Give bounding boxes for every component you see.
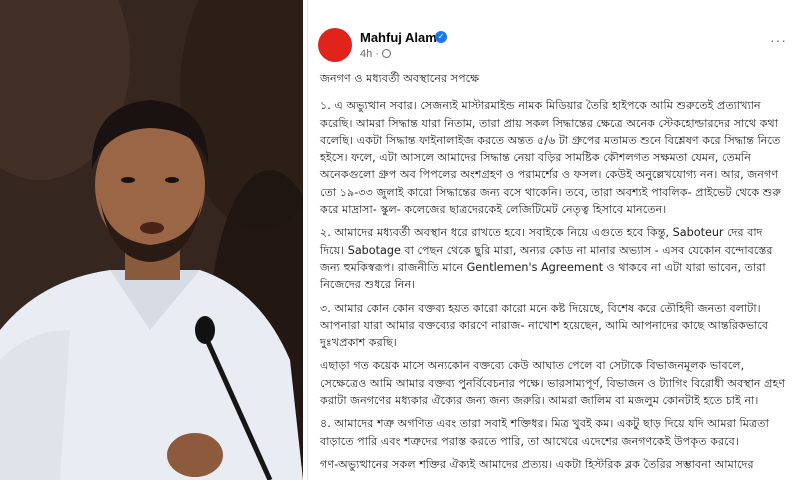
post-paragraph-5: ৪. আমাদের শত্রু অগণিত এবং তারা সবাই শক্ত… <box>320 417 769 448</box>
post-meta: 4h · <box>360 48 391 60</box>
post-text: জনগণ ও মধ্যবর্তী অবস্থানের সপক্ষে ১. এ অ… <box>320 70 790 479</box>
post-header: Mahfuj Alam ✓ 4h · ··· <box>318 28 793 68</box>
facebook-post: Mahfuj Alam ✓ 4h · ··· জনগণ ও মধ্যবর্তী … <box>307 0 800 480</box>
verified-badge-icon: ✓ <box>435 31 447 43</box>
speaker-illustration <box>0 0 303 480</box>
globe-icon <box>381 49 391 58</box>
post-paragraph-2: ২. আমাদের মধ্যবর্তী অবস্থান ধরে রাখতে হব… <box>320 226 773 292</box>
post-paragraph-1: ১. এ অভ্যুত্থান সবার। সেজন্যই মাস্টারমাই… <box>320 99 782 217</box>
author-avatar[interactable] <box>318 28 352 62</box>
post-title: জনগণ ও মধ্যবর্তী অবস্থানের সপক্ষে <box>320 72 480 85</box>
post-time[interactable]: 4h · <box>360 48 379 60</box>
post-paragraph-6: গণ-অভ্যুত্থানের সকল শক্তির ঐক্যই আমাদের … <box>320 457 754 471</box>
author-name[interactable]: Mahfuj Alam <box>360 30 437 45</box>
speaker-photo <box>0 0 303 480</box>
more-options-icon[interactable]: ··· <box>770 32 787 48</box>
post-paragraph-3: ৩. আমার কোন কোন বক্তব্য হয়ত কারো কারো ম… <box>320 301 769 350</box>
post-paragraph-4: এছাড়া গত কয়েক মাসে অন্যকোন বক্তব্যে কে… <box>320 359 786 408</box>
